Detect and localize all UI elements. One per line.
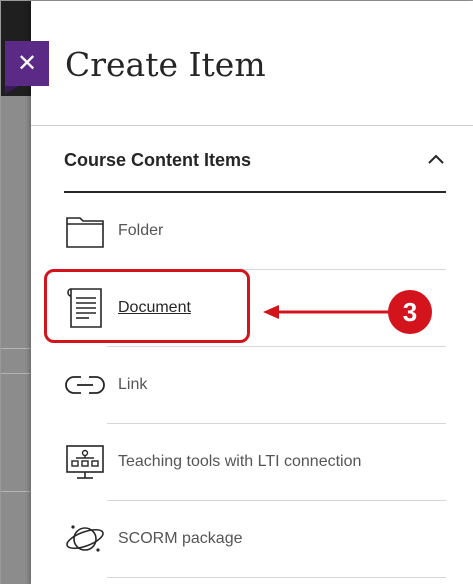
item-label: Link: [118, 376, 148, 393]
item-label: Teaching tools with LTI connection: [118, 453, 362, 470]
list-item-folder[interactable]: Folder: [64, 193, 446, 270]
close-icon: ✕: [16, 50, 38, 77]
panel-title: Create Item: [65, 45, 266, 84]
backdrop-divider: [1, 491, 31, 492]
item-label: SCORM package: [118, 530, 243, 547]
lti-tools-icon: [64, 442, 106, 482]
chevron-up-icon: [428, 154, 444, 164]
scorm-icon: [64, 519, 106, 559]
header-divider: [31, 125, 473, 126]
backdrop-divider: [1, 373, 31, 374]
content-items-list: Folder Document Link Teaching tools with…: [64, 193, 446, 578]
item-divider: [107, 577, 446, 578]
section-header-course-content-items[interactable]: Course Content Items: [64, 147, 446, 193]
close-panel-button[interactable]: ✕: [5, 41, 49, 94]
backdrop-divider: [1, 348, 31, 349]
link-icon: [64, 365, 106, 405]
item-label: Document: [118, 299, 191, 316]
list-item-lti-tools[interactable]: Teaching tools with LTI connection: [64, 424, 446, 501]
annotation-arrow-icon: [263, 305, 393, 319]
list-item-link[interactable]: Link: [64, 347, 446, 424]
list-item-scorm[interactable]: SCORM package: [64, 501, 446, 578]
section-title: Course Content Items: [64, 150, 252, 170]
folder-icon: [64, 211, 106, 251]
item-label: Folder: [118, 222, 164, 239]
document-icon: [64, 288, 106, 328]
annotation-step-badge: 3: [388, 290, 432, 334]
